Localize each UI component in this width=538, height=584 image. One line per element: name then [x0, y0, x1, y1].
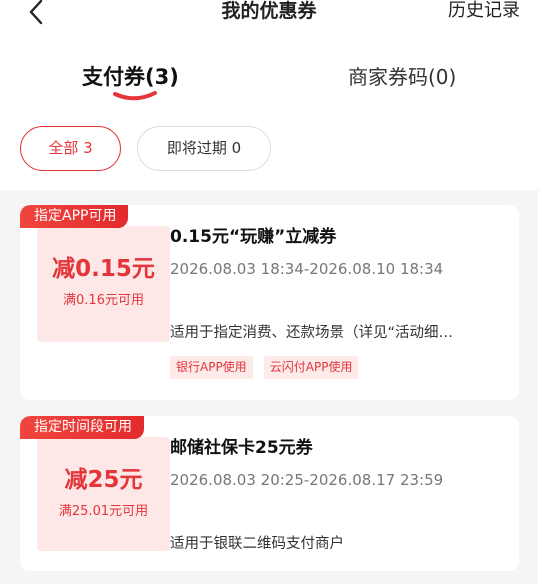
- badge-unionpay-app: 云闪付APP使用: [263, 356, 359, 379]
- coupon-tag: 指定时间段可用: [20, 416, 144, 439]
- coupon-condition: 满25.01元可用: [58, 504, 149, 519]
- tab-merchant-codes[interactable]: 商家券码(0): [348, 62, 456, 92]
- tab-active-indicator: [113, 91, 157, 101]
- coupon-usage-scope: 适用于银联二维码支付商户: [170, 536, 344, 552]
- coupon-name: 邮储社保卡25元券: [170, 438, 313, 458]
- coupon-card[interactable]: 减25元 满25.01元可用 指定时间段可用 邮储社保卡25元券 2026.08…: [20, 416, 519, 571]
- filter-expiring[interactable]: 即将过期 0: [137, 126, 271, 171]
- badge-bank-app: 银行APP使用: [170, 356, 253, 379]
- coupon-validity-period: 2026.08.03 18:34-2026.08.10 18:34: [170, 260, 444, 278]
- coupon-amount: 减0.15元: [52, 256, 155, 282]
- header-area: 我的优惠券 历史记录 支付券(3) 商家券码(0) 全部 3 即将过期 0: [0, 0, 538, 190]
- coupon-usage-scope: 适用于指定消费、还款场景（详见“活动细…: [170, 325, 454, 341]
- coupon-tag: 指定APP可用: [20, 205, 129, 228]
- coupon-amount: 减25元: [64, 467, 143, 493]
- coupon-name: 0.15元“玩赚”立减券: [170, 227, 337, 247]
- coupon-badges: 银行APP使用 云闪付APP使用: [170, 356, 364, 379]
- coupon-card[interactable]: 减0.15元 满0.16元可用 指定APP可用 0.15元“玩赚”立减券 202…: [20, 205, 519, 400]
- coupon-amount-box: 减0.15元 满0.16元可用: [37, 226, 170, 342]
- coupon-amount-box: 减25元 满25.01元可用: [37, 437, 170, 551]
- coupon-condition: 满0.16元可用: [63, 293, 144, 308]
- history-link[interactable]: 历史记录: [448, 0, 520, 22]
- tab-payment-coupons[interactable]: 支付券(3): [82, 62, 179, 92]
- filter-all[interactable]: 全部 3: [20, 126, 121, 171]
- coupon-validity-period: 2026.08.03 20:25-2026.08.17 23:59: [170, 471, 444, 489]
